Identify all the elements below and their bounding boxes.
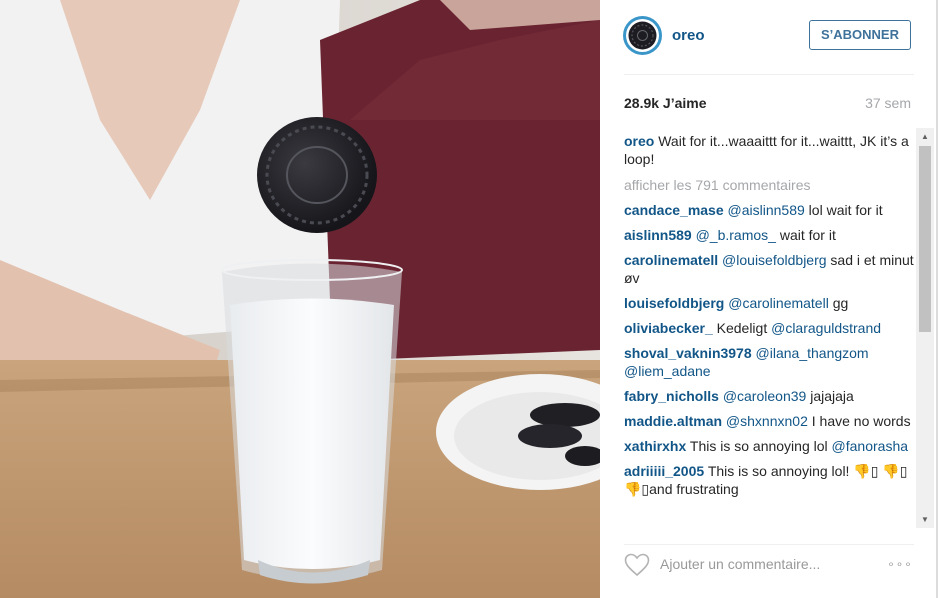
comment-mention[interactable]: @caroleon39	[723, 388, 807, 404]
comment-mention[interactable]: @_b.ramos_	[696, 227, 776, 243]
comment-item: aislinn589 @_b.ramos_ wait for it	[624, 226, 916, 244]
comment-text: wait for it	[775, 227, 836, 243]
post-age[interactable]: 37 sem	[865, 95, 911, 111]
comment-item: maddie.altman @shxnnxn02 I have no words	[624, 412, 916, 430]
scroll-down-icon[interactable]: ▼	[916, 511, 934, 528]
follow-button[interactable]: S’ABONNER	[809, 20, 911, 50]
scrollbar-thumb[interactable]	[919, 146, 931, 332]
comment-item: louisefoldbjerg @carolinematell gg	[624, 294, 916, 312]
comments-scrollbar[interactable]: ▲ ▼	[916, 128, 934, 528]
comment-text: jajajaja	[806, 388, 854, 404]
comments-list: oreo Wait for it...waaaittt for it...wai…	[624, 132, 916, 530]
comment-text: I have no words	[807, 413, 911, 429]
ellipsis-icon[interactable]: ∘∘∘	[886, 554, 914, 574]
comment-username[interactable]: fabry_nicholls	[624, 388, 719, 404]
comment-text: This is so annoying lol	[689, 438, 832, 454]
add-comment-input[interactable]	[660, 554, 870, 574]
comment-username[interactable]: adriiiii_2005	[624, 463, 704, 479]
post-stats: 28.9k J’aime 37 sem	[600, 85, 938, 121]
comment-mention[interactable]: @liem_adane	[624, 363, 711, 379]
comment-username[interactable]: xathirxhx	[624, 438, 686, 454]
comment-username[interactable]: carolinematell	[624, 252, 718, 268]
comment-mention[interactable]: @shxnnxn02	[726, 413, 808, 429]
avatar[interactable]	[623, 16, 662, 55]
post-header: oreo S’ABONNER	[600, 0, 938, 72]
likes-count[interactable]: 28.9k J’aime	[624, 95, 707, 111]
oreo-cookie-image	[257, 117, 377, 233]
comment-mention[interactable]: @louisefoldbjerg	[722, 252, 827, 268]
scroll-up-icon[interactable]: ▲	[916, 128, 934, 145]
divider	[624, 544, 914, 545]
comment-mention[interactable]: @ilana_thangzom	[756, 345, 869, 361]
comment-mention[interactable]: @claraguldstrand	[771, 320, 881, 336]
comment-item: shoval_vaknin3978 @ilana_thangzom @liem_…	[624, 344, 916, 380]
caption: oreo Wait for it...waaaittt for it...wai…	[624, 132, 916, 168]
comment-item: carolinematell @louisefoldbjerg sad i et…	[624, 251, 916, 287]
caption-text: Wait for it...waaaittt for it...waittt, …	[624, 133, 909, 167]
comment-item: adriiiii_2005 This is so annoying lol! 👎…	[624, 462, 916, 498]
load-more-comments-link[interactable]: afficher les 791 commentaires	[624, 176, 916, 194]
post-sidebar: oreo S’ABONNER 28.9k J’aime 37 sem oreo …	[600, 0, 938, 598]
comment-item: xathirxhx This is so annoying lol @fanor…	[624, 437, 916, 455]
comment-mention[interactable]: @aislinn589	[728, 202, 805, 218]
divider	[624, 74, 914, 75]
comment-text: lol wait for it	[804, 202, 883, 218]
oreo-logo-icon	[628, 21, 657, 50]
comment-item: oliviabecker_ Kedeligt @claraguldstrand	[624, 319, 916, 337]
comment-item: fabry_nicholls @caroleon39 jajajaja	[624, 387, 916, 405]
comment-text: gg	[828, 295, 849, 311]
comment-username[interactable]: oliviabecker_	[624, 320, 713, 336]
post-footer: ∘∘∘	[600, 546, 938, 598]
heart-icon[interactable]	[624, 553, 650, 577]
comment-username[interactable]: aislinn589	[624, 227, 692, 243]
comment-mention[interactable]: @carolinematell	[728, 295, 829, 311]
video-frame	[0, 0, 600, 598]
post-media[interactable]	[0, 0, 600, 598]
comment-text: Kedeligt	[716, 320, 772, 336]
comment-username[interactable]: louisefoldbjerg	[624, 295, 724, 311]
comment-item: candace_mase @aislinn589 lol wait for it	[624, 201, 916, 219]
comment-mention[interactable]: @fanorasha	[832, 438, 908, 454]
caption-username[interactable]: oreo	[624, 133, 654, 149]
comment-username[interactable]: shoval_vaknin3978	[624, 345, 752, 361]
comment-username[interactable]: candace_mase	[624, 202, 724, 218]
post-author-username[interactable]: oreo	[672, 27, 705, 44]
comment-username[interactable]: maddie.altman	[624, 413, 722, 429]
